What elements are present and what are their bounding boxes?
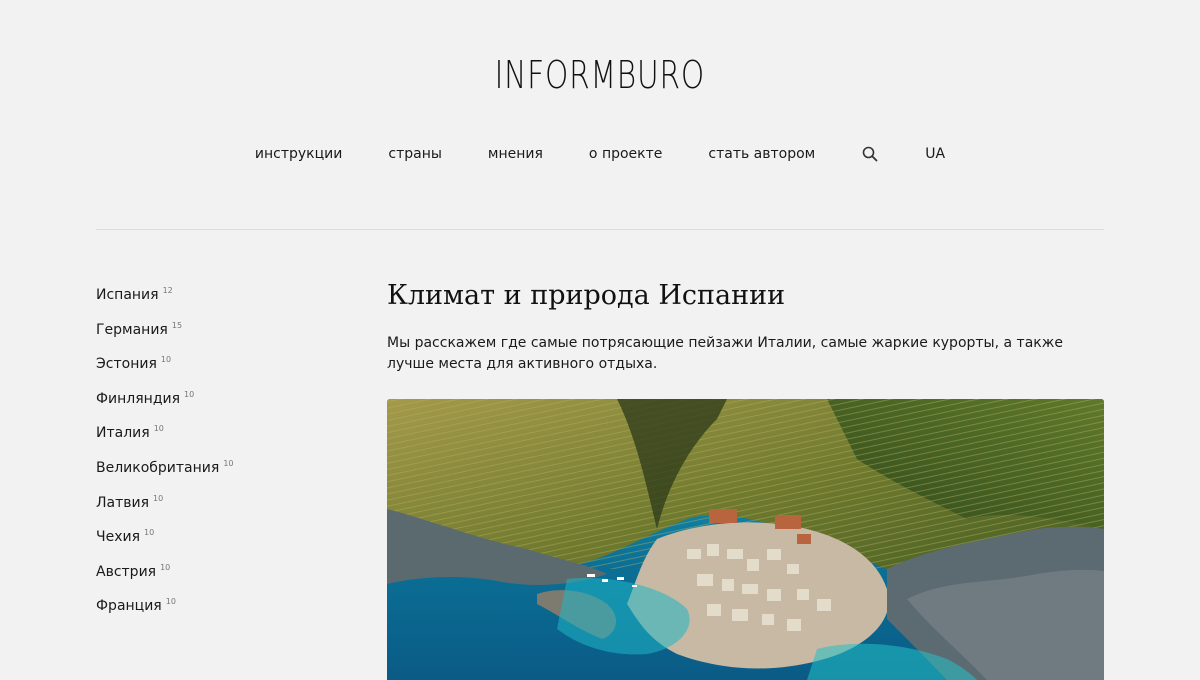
country-name: Латвия	[96, 494, 150, 511]
country-count: 12	[162, 286, 173, 295]
country-count: 15	[171, 320, 183, 330]
country-name: Италия	[96, 425, 150, 442]
country-name: Финляндия	[96, 390, 181, 407]
article-intro: Мы расскажем где самые потрясающие пейза…	[387, 335, 1063, 372]
country-count: 10	[184, 389, 195, 399]
country-count: 10	[153, 493, 164, 503]
country-name: Германия	[96, 321, 168, 338]
country-item-germany[interactable]: Германия 15	[96, 321, 336, 356]
article: Климат и природа Испании Мы расскажем гд…	[387, 276, 1104, 375]
country-item-latvia[interactable]: Латвия 10	[96, 494, 336, 529]
country-item-estonia[interactable]: Эстония 10	[96, 355, 336, 390]
country-name: Чехия	[96, 529, 141, 546]
logo-text: INFORMBURO	[494, 53, 706, 97]
country-name: Испания	[96, 287, 159, 303]
country-item-uk[interactable]: Великобритания 10	[96, 459, 336, 494]
country-count: 10	[223, 458, 234, 468]
coastal-village-photo	[387, 399, 1104, 680]
country-item-spain[interactable]: Испания 12	[96, 286, 336, 321]
country-list: Испания 12 Германия 15 Эстония 10 Финляндия…	[96, 286, 336, 632]
country-count: 10	[165, 597, 176, 607]
language-switch[interactable]: UA	[925, 146, 945, 162]
nav-countries[interactable]: страны	[388, 146, 442, 162]
site-logo[interactable]: INFORMBURO	[0, 48, 1200, 102]
nav-become-author[interactable]: стать автором	[708, 146, 815, 162]
nav-about[interactable]: о проекте	[589, 146, 662, 162]
country-name: Эстония	[96, 356, 157, 373]
header-divider	[96, 229, 1104, 230]
country-item-austria[interactable]: Австрия 10	[96, 563, 336, 598]
country-item-italy[interactable]: Италия 10	[96, 424, 336, 459]
country-name: Великобритания	[96, 459, 220, 476]
country-count: 10	[160, 562, 171, 572]
nav-instructions[interactable]: инструкции	[255, 146, 342, 162]
article-title: Климат и природа Испании	[387, 280, 786, 311]
country-item-finland[interactable]: Финляндия 10	[96, 390, 336, 425]
country-name: Франция	[96, 598, 162, 615]
country-item-france[interactable]: Франция 10	[96, 597, 336, 632]
country-item-czechia[interactable]: Чехия 10	[96, 528, 336, 563]
main-nav: инструкции страны мнения о проекте стать…	[0, 140, 1200, 168]
search-icon[interactable]	[861, 145, 879, 163]
hero-image	[387, 399, 1104, 680]
country-name: Австрия	[96, 563, 157, 580]
nav-opinions[interactable]: мнения	[488, 146, 543, 162]
country-count: 10	[160, 355, 172, 365]
country-count: 10	[144, 528, 155, 538]
country-count: 10	[153, 424, 164, 434]
